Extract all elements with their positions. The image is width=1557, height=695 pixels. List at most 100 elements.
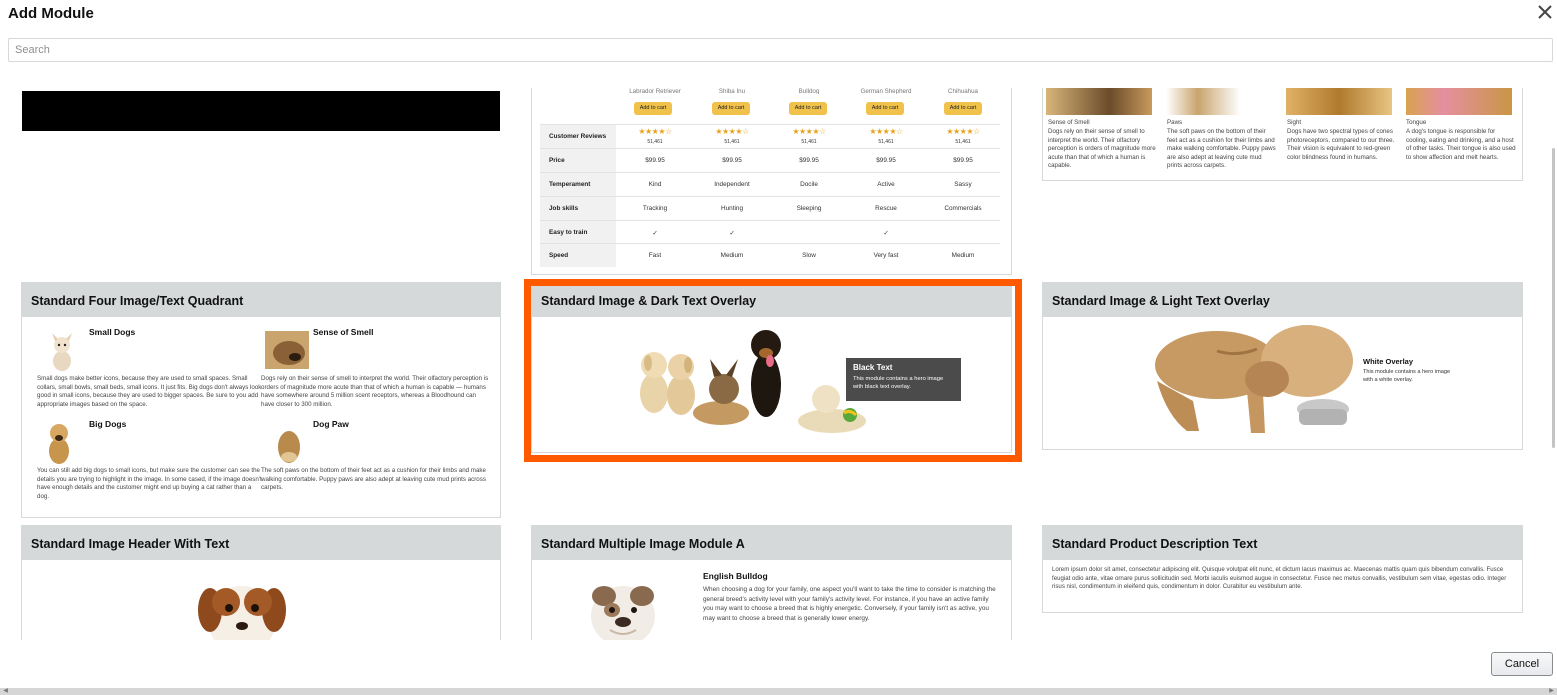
- comparison-cell: ✓: [652, 230, 658, 237]
- column-title: Sense of Smell: [1048, 119, 1090, 126]
- module-card-multiple-image-a[interactable]: Standard Multiple Image Module A English…: [531, 525, 1012, 640]
- product-name: Chihuahua: [948, 88, 978, 94]
- dog-eye-image: [1286, 88, 1392, 115]
- dog-paw-image: [278, 431, 300, 463]
- card-title: Standard Product Description Text: [1043, 526, 1522, 560]
- vertical-scrollbar[interactable]: [1549, 88, 1557, 640]
- comparison-cell: Docile: [800, 181, 818, 188]
- dog-nose-image: [1046, 88, 1152, 115]
- product-name: German Shepherd: [860, 88, 912, 94]
- module-grid[interactable]: Labrador Retriever Shiba Inu Bulldog Ger…: [0, 88, 1557, 640]
- comparison-cell: Slow: [802, 252, 816, 259]
- rating-stars: ★★★★☆: [869, 127, 903, 136]
- add-to-cart-button: Add to cart: [634, 102, 672, 115]
- quadrant-item-title: Big Dogs: [89, 419, 127, 429]
- column-text: Dogs have two spectral types of cones ph…: [1287, 128, 1395, 161]
- search-input[interactable]: [8, 38, 1553, 62]
- comparison-row: Temperament Kind Independent Docile Active Sa…: [540, 172, 1000, 196]
- quadrant-item-title: Dog Paw: [313, 419, 349, 429]
- overlay-text: This module contains a hero image with b…: [853, 376, 944, 390]
- scrollbar-thumb[interactable]: [1552, 148, 1555, 448]
- comparison-cell: Active: [877, 181, 895, 188]
- module-card-dark-text-overlay[interactable]: Standard Image & Dark Text Overlay Black…: [531, 282, 1012, 453]
- cancel-button[interactable]: Cancel: [1491, 652, 1553, 676]
- product-name: Shiba Inu: [718, 88, 746, 94]
- overlay-title: White Overlay: [1363, 357, 1414, 366]
- product-name: Labrador Retriever: [629, 88, 681, 94]
- product-desc-text: Lorem ipsum dolor sit amet, consectetur …: [1052, 566, 1507, 591]
- column-title: Tongue: [1406, 119, 1427, 126]
- comparison-cell: Kind: [648, 181, 662, 188]
- module-card-image-header-text[interactable]: Standard Image Header With Text: [21, 525, 501, 640]
- rating-stars: ★★★★☆: [715, 127, 749, 136]
- comparison-cell: $99.95: [953, 157, 973, 164]
- bulldog-puppy-image: [1155, 325, 1353, 433]
- english-bulldog-image: [591, 586, 655, 640]
- comparison-cell: Tracking: [642, 205, 668, 212]
- comparison-cell: Hunting: [720, 205, 744, 212]
- dog-tongue-image: [1406, 88, 1512, 115]
- quadrant-item-text: The soft paws on the bottom of their fee…: [261, 467, 486, 492]
- scroll-left-icon[interactable]: ◀: [2, 688, 9, 695]
- comparison-row: Speed Fast Medium Slow Very fast Medium: [540, 243, 1000, 267]
- module-card-light-text-overlay[interactable]: Standard Image & Light Text Overlay Whit…: [1042, 282, 1523, 450]
- dialog-title: Add Module: [8, 5, 94, 22]
- comparison-cell: Very fast: [873, 252, 899, 259]
- comparison-row-label: Speed: [540, 244, 616, 267]
- module-card-partial-hero[interactable]: [21, 88, 501, 132]
- overlay-title: Black Text: [853, 363, 893, 372]
- comparison-cell: $99.95: [645, 157, 665, 164]
- module-card-product-description[interactable]: Standard Product Description Text Lorem …: [1042, 525, 1523, 613]
- comparison-cell: Sleeping: [796, 205, 822, 212]
- column-title: Sight: [1287, 119, 1302, 126]
- quadrant-item-text: Dogs rely on their sense of smell to int…: [261, 375, 489, 408]
- comparison-row-label: Price: [540, 149, 616, 172]
- quadrant-item-title: Small Dogs: [89, 327, 136, 337]
- horizontal-scrollbar[interactable]: [0, 688, 1557, 695]
- scroll-right-icon[interactable]: ▶: [1548, 688, 1555, 695]
- column-text: Dogs rely on their sense of smell to int…: [1048, 128, 1156, 170]
- add-to-cart-button: Add to cart: [789, 102, 827, 115]
- comparison-cell: $99.95: [722, 157, 742, 164]
- chihuahua-image: [52, 333, 72, 371]
- comparison-row: Easy to train ✓ ✓ ✓: [540, 220, 1000, 244]
- comparison-row: Customer Reviews ★★★★☆ 51,461 ★★★★☆ 51,461 ★★…: [540, 124, 1000, 148]
- column-title: Paws: [1167, 119, 1183, 126]
- overlay-text: This module contains a hero image with a…: [1363, 369, 1451, 383]
- close-icon[interactable]: [1535, 2, 1555, 22]
- comparison-row: Job skills Tracking Hunting Sleeping Rescue C…: [540, 196, 1000, 220]
- review-count: 51,461: [724, 139, 740, 145]
- card-title: Standard Multiple Image Module A: [532, 526, 1011, 560]
- comparison-cell: Rescue: [875, 205, 897, 212]
- dog-paw-image: [1166, 88, 1272, 115]
- comparison-cell: Medium: [720, 252, 744, 259]
- comparison-cell: $99.95: [876, 157, 896, 164]
- puppy-face-image: [198, 586, 286, 640]
- column-text: A dog's tongue is responsible for coolin…: [1406, 128, 1516, 161]
- card-title: Standard Image & Light Text Overlay: [1043, 283, 1522, 317]
- comparison-row: Price $99.95 $99.95 $99.95 $99.95 $99.95: [540, 148, 1000, 172]
- quadrant-item-title: Sense of Smell: [313, 327, 374, 337]
- comparison-cell: Fast: [648, 252, 662, 259]
- module-card-four-image-quadrant[interactable]: Standard Four Image/Text Quadrant Small …: [21, 282, 501, 518]
- comparison-cell: Medium: [951, 252, 975, 259]
- add-to-cart-button: Add to cart: [944, 102, 982, 115]
- review-count: 51,461: [955, 139, 971, 145]
- comparison-row-label: Easy to train: [540, 221, 616, 244]
- quadrant-item-text: Small dogs make better icons, because th…: [37, 375, 262, 408]
- comparison-cell: ✓: [883, 230, 889, 237]
- comparison-row-label: Job skills: [540, 197, 616, 220]
- card-title: Standard Image Header With Text: [22, 526, 500, 560]
- comparison-cell: Commercials: [944, 205, 982, 212]
- comparison-row-label: Customer Reviews: [540, 125, 616, 148]
- rating-stars: ★★★★☆: [792, 127, 826, 136]
- review-count: 51,461: [647, 139, 663, 145]
- review-count: 51,461: [878, 139, 894, 145]
- card-title: Standard Four Image/Text Quadrant: [22, 283, 500, 317]
- add-to-cart-button: Add to cart: [866, 102, 904, 115]
- comparison-cell: Sassy: [954, 181, 972, 188]
- rating-stars: ★★★★☆: [638, 127, 672, 136]
- overlay-box-light: White Overlay This module contains a her…: [1356, 353, 1461, 391]
- comparison-row-label: Temperament: [540, 173, 616, 196]
- overlay-box-dark: Black Text This module contains a hero i…: [846, 358, 961, 401]
